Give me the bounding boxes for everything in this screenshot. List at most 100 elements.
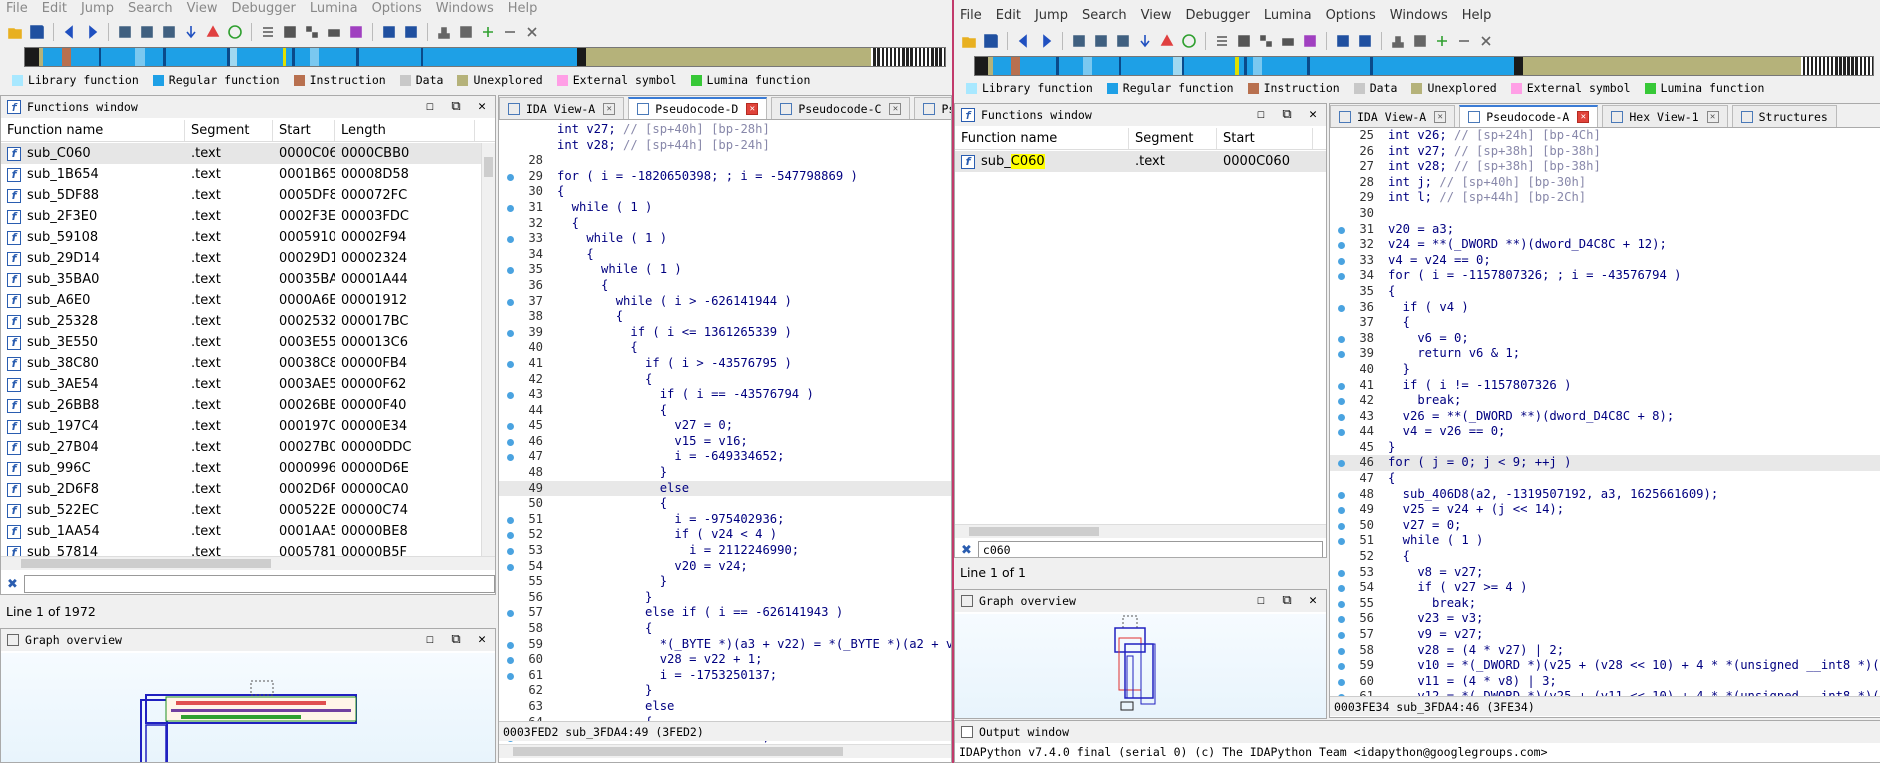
code-line[interactable]: 26 int v27; // [sp+38h] [bp-38h] [1330,144,1880,160]
back-icon[interactable] [61,23,79,41]
code-line[interactable]: 41 if ( i != -1157807326 ) [1330,378,1880,394]
code-line[interactable]: 42 { [499,372,951,388]
menu-edit[interactable]: Edit [996,8,1021,23]
menu-help[interactable]: Help [1462,8,1492,23]
code-line[interactable]: 37 { [1330,315,1880,331]
search-text-icon[interactable] [138,23,156,41]
breakpoint-dot[interactable] [1338,335,1345,343]
functions-list[interactable]: f sub_C060 .text 0000C060 [955,151,1326,523]
code-line[interactable]: 59 v10 = *(_DWORD *)(v25 + (v28 << 10) +… [1330,658,1880,674]
table-row[interactable]: f sub_C060 .text 0000C060 0000CBB0 [1,143,481,164]
code-line[interactable]: int v28; // [sp+44h] [bp-24h] [499,138,951,154]
breakpoint-dot[interactable] [507,236,514,244]
close-icon[interactable]: ✕ [475,632,489,647]
menu-view[interactable]: View [1141,8,1172,23]
table-row[interactable]: f sub_3E550 .text 0003E550 000013C6 [1,332,481,353]
table-row[interactable]: f sub_35BA0 .text 00035BA0 00001A44 [1,269,481,290]
code-line[interactable]: 51 while ( 1 ) [1330,533,1880,549]
table-row[interactable]: f sub_26BB8 .text 00026BB8 00000F40 [1,395,481,416]
code-line[interactable]: 29 for ( i = -1820650398; ; i = -54779886… [499,169,951,185]
breakpoint-dot[interactable] [507,204,514,212]
breakpoint-dot[interactable] [507,657,514,665]
menu-lumina[interactable]: Lumina [310,1,358,16]
code-line[interactable]: 50 { [499,496,951,512]
struct-icon[interactable] [402,23,420,41]
column-header-segment[interactable]: Segment [1129,128,1217,149]
open-icon[interactable] [6,23,24,41]
code-line[interactable]: 56 v23 = v3; [1330,611,1880,627]
column-header-function-name[interactable]: Function name [1,120,185,141]
menu-file[interactable]: File [960,8,982,23]
breakpoint-icon[interactable] [1158,32,1176,50]
breakpoint-dot[interactable] [1338,429,1345,437]
code-line[interactable]: 59 *(_BYTE *)(a3 + v22) = *(_BYTE *)(a2 … [499,637,951,653]
code-line[interactable]: 53 i = 2112246990; [499,543,951,559]
code-line[interactable]: 39 return v6 & 1; [1330,346,1880,362]
menu-windows[interactable]: Windows [436,1,494,16]
code-line[interactable]: 58 v28 = (4 * v27) | 2; [1330,643,1880,659]
code-line[interactable]: 28 int j; // [sp+40h] [bp-30h] [1330,175,1880,191]
table-row[interactable]: f sub_38C80 .text 00038C80 00000FB4 [1,353,481,374]
plugin-icon[interactable] [1389,32,1407,50]
back-icon[interactable] [1015,32,1033,50]
breakpoint-dot[interactable] [1338,226,1345,234]
tab-pseudocode-d[interactable]: Pseudocode-D ✕ [628,97,768,119]
jump-icon[interactable] [1136,32,1154,50]
print-icon[interactable] [1279,32,1297,50]
breakpoint-dot[interactable] [507,298,514,306]
table-row[interactable]: f sub_1B654 .text 0001B654 00008D58 [1,164,481,185]
graph-view-icon[interactable] [1257,32,1275,50]
column-header-function-name[interactable]: Function name [955,128,1129,149]
code-line[interactable]: int v27; // [sp+40h] [bp-28h] [499,122,951,138]
close-tab-icon[interactable]: ✕ [1706,110,1719,123]
xref-icon[interactable] [1411,32,1429,50]
breakpoint-dot[interactable] [507,329,514,337]
table-row[interactable]: f sub_27B04 .text 00027B04 00000DDC [1,437,481,458]
code-line[interactable]: 62 } [499,683,951,699]
table-row[interactable]: f sub_522EC .text 000522EC 00000C74 [1,500,481,521]
code-line[interactable]: 52 if ( v24 < 4 ) [499,527,951,543]
tab-hex-view-1[interactable]: Hex View-1 ✕ [1602,105,1728,127]
filter-input[interactable] [977,541,1323,557]
table-row[interactable]: f sub_C060 .text 0000C060 [955,151,1326,172]
tab-ida-view-a[interactable]: IDA View-A ✕ [499,97,625,119]
save-icon[interactable] [982,32,1000,50]
list-icon[interactable] [259,23,277,41]
menu-search[interactable]: Search [1082,8,1127,23]
horizontal-scrollbar[interactable] [499,744,951,758]
code-line[interactable]: 30 [1330,206,1880,222]
menu-file[interactable]: File [6,1,28,16]
tab-ida-view-a[interactable]: IDA View-A ✕ [1330,105,1456,127]
code-line[interactable]: 29 int l; // [sp+44h] [bp-2Ch] [1330,190,1880,206]
add-icon[interactable] [479,23,497,41]
menu-jump[interactable]: Jump [81,1,114,16]
navigation-band[interactable] [24,47,946,67]
breakpoint-dot[interactable] [507,392,514,400]
code-line[interactable]: 44 v4 = v26 == 0; [1330,424,1880,440]
table-row[interactable]: f sub_59108 .text 00059108 00002F94 [1,227,481,248]
tab-pseudocode-a[interactable]: Pseudocode-A ✕ [1459,105,1599,127]
hex-icon[interactable] [281,23,299,41]
code-line[interactable]: 32 v24 = **(_DWORD **)(dword_D4C8C + 12); [1330,237,1880,253]
breakpoint-dot[interactable] [1338,413,1345,421]
pseudocode-text[interactable]: int v27; // [sp+40h] [bp-28h] int v28; //… [499,122,951,746]
code-line[interactable]: 30 { [499,184,951,200]
search-binary-icon[interactable] [1070,32,1088,50]
graph-view-icon[interactable] [303,23,321,41]
search-text-icon[interactable] [1092,32,1110,50]
breakpoint-dot[interactable] [1338,507,1345,515]
breakpoint-dot[interactable] [1338,632,1345,639]
breakpoint-dot[interactable] [507,454,514,462]
search-immediate-icon[interactable] [160,23,178,41]
breakpoint-dot[interactable] [1338,304,1345,312]
float-icon[interactable]: ⧉ [1280,593,1294,608]
code-line[interactable]: 28 [499,153,951,169]
code-line[interactable]: 56 } [499,590,951,606]
menu-options[interactable]: Options [1326,8,1376,23]
code-line[interactable]: 38 { [499,309,951,325]
search-immediate-icon[interactable] [1114,32,1132,50]
code-line[interactable]: 54 v20 = v24; [499,559,951,575]
code-line[interactable]: 40 { [499,340,951,356]
debug-icon[interactable] [501,23,519,41]
breakpoint-dot[interactable] [507,173,514,181]
